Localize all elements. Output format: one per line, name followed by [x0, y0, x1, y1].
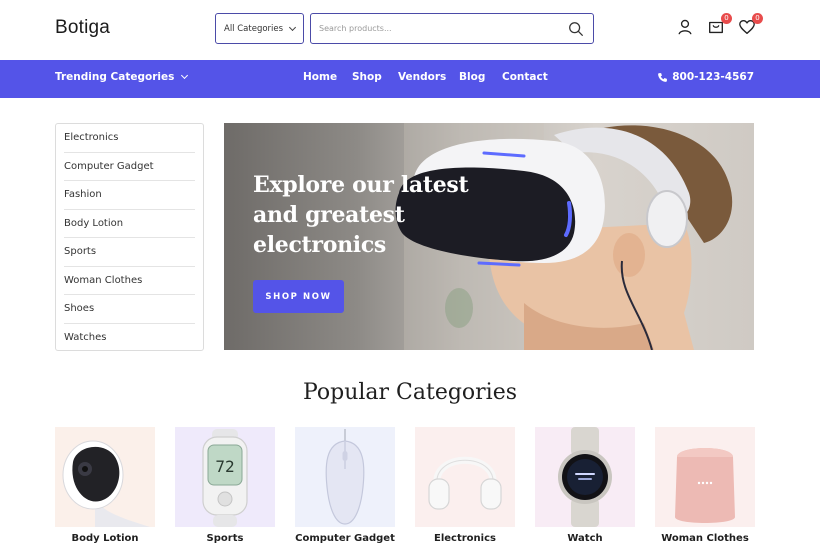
site-logo[interactable]: Botiga: [55, 17, 110, 39]
site-header: Botiga All Categories 0 0: [0, 0, 820, 60]
smart-speaker-icon: [675, 448, 735, 523]
smartwatch-icon: [558, 427, 612, 527]
sidebar-item-woman-clothes[interactable]: Woman Clothes: [64, 267, 195, 295]
headphones-icon: [428, 456, 502, 510]
sidebar-item-computer-gadget[interactable]: Computer Gadget: [64, 153, 195, 181]
cart-button[interactable]: 0: [707, 13, 732, 36]
category-label-body-lotion[interactable]: Body Lotion: [45, 533, 165, 544]
wishlist-count-badge: 0: [752, 13, 763, 24]
wishlist-button[interactable]: 0: [738, 13, 763, 36]
trending-categories-dropdown[interactable]: Trending Categories: [55, 71, 189, 83]
trending-categories-label: Trending Categories: [55, 71, 175, 83]
phone-number: 800-123-4567: [672, 71, 754, 83]
category-label-woman-clothes[interactable]: Woman Clothes: [645, 533, 765, 544]
sidebar-item-watches[interactable]: Watches: [64, 324, 195, 353]
search-bar: [310, 13, 594, 44]
sidebar-item-body-lotion[interactable]: Body Lotion: [64, 210, 195, 238]
sidebar-item-sports[interactable]: Sports: [64, 238, 195, 267]
sidebar-item-shoes[interactable]: Shoes: [64, 295, 195, 324]
svg-text:72: 72: [215, 457, 234, 476]
nav-link-blog[interactable]: Blog: [459, 71, 485, 83]
hero-title: Explore our latest and greatest electron…: [253, 172, 469, 258]
category-card-watch[interactable]: [535, 427, 635, 527]
sidebar-item-fashion[interactable]: Fashion: [64, 181, 195, 210]
cart-count-badge: 0: [721, 13, 732, 24]
search-input[interactable]: [319, 24, 567, 33]
category-select[interactable]: All Categories: [215, 13, 304, 44]
main-navbar: Trending Categories Home Shop Vendors Bl…: [0, 60, 820, 98]
category-select-value: All Categories: [224, 23, 284, 34]
mouse-icon: [325, 429, 365, 525]
nav-link-vendors[interactable]: Vendors: [398, 71, 446, 83]
chevron-down-icon: [181, 71, 189, 80]
category-label-electronics[interactable]: Electronics: [405, 533, 525, 544]
phone-contact[interactable]: 800-123-4567: [657, 71, 754, 83]
search-icon[interactable]: [567, 20, 585, 38]
nav-link-contact[interactable]: Contact: [502, 71, 548, 83]
category-sidebar: Electronics Computer Gadget Fashion Body…: [55, 123, 204, 351]
category-label-computer-gadget[interactable]: Computer Gadget: [285, 533, 405, 544]
phone-icon: [658, 72, 668, 82]
hero-banner: Explore our latest and greatest electron…: [224, 123, 754, 350]
category-card-computer-gadget[interactable]: [295, 427, 395, 527]
chevron-down-icon: [288, 23, 297, 31]
category-card-woman-clothes[interactable]: [655, 427, 755, 527]
sidebar-item-electronics[interactable]: Electronics: [64, 124, 195, 153]
user-account-icon[interactable]: [676, 18, 694, 36]
nav-link-shop[interactable]: Shop: [352, 71, 382, 83]
popular-categories-title: Popular Categories: [302, 380, 518, 405]
shop-now-button[interactable]: SHOP NOW: [253, 280, 344, 313]
category-card-sports[interactable]: 72: [175, 427, 275, 527]
category-label-watch[interactable]: Watch: [525, 533, 645, 544]
fitness-tracker-icon: 72: [202, 429, 248, 527]
smart-camera-icon: [62, 440, 150, 527]
category-card-electronics[interactable]: [415, 427, 515, 527]
category-card-body-lotion[interactable]: [55, 427, 155, 527]
nav-link-home[interactable]: Home: [303, 71, 337, 83]
category-label-sports[interactable]: Sports: [165, 533, 285, 544]
